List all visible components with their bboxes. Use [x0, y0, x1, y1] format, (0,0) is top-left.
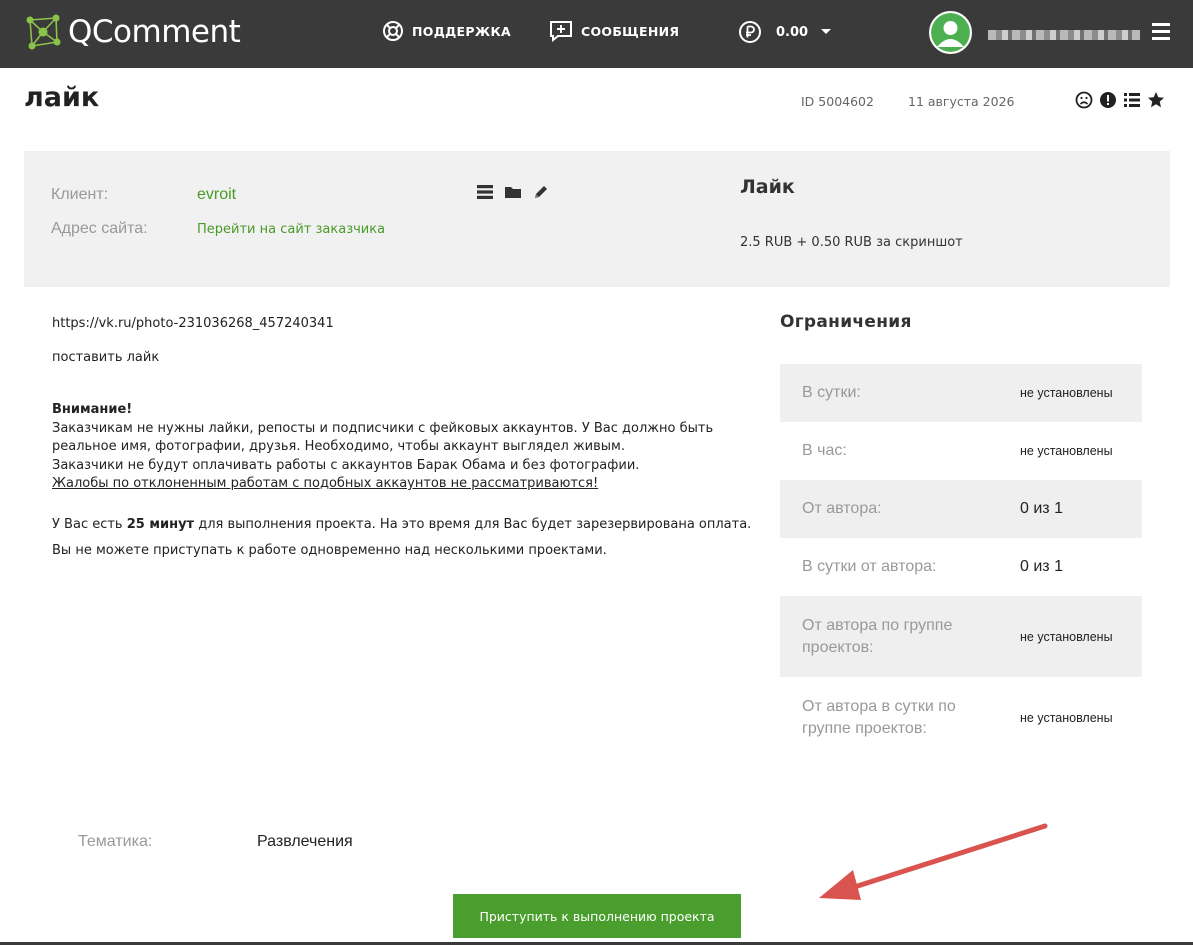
site-label: Адрес сайта:	[51, 220, 148, 237]
client-tools	[476, 183, 550, 201]
warning-line-2: Заказчики не будут оплачивать работы с а…	[52, 457, 640, 473]
theme-label: Тематика:	[78, 833, 153, 850]
lifebuoy-icon	[383, 21, 403, 41]
sad-face-icon[interactable]	[1075, 91, 1093, 109]
limit-row: От автора в сутки по группе проектов: не…	[802, 697, 1113, 737]
limit-row: В сутки от автора: 0 из 1	[802, 558, 1063, 575]
start-project-button[interactable]: Приступить к выполнению проекта	[453, 894, 741, 938]
nav-support[interactable]: ПОДДЕРЖКА	[382, 20, 511, 42]
warning-complaints-link[interactable]: Жалобы по отклоненным работам с подобных…	[52, 476, 598, 491]
folder-icon[interactable]	[504, 183, 522, 201]
list-icon[interactable]	[1123, 91, 1141, 109]
nav-messages[interactable]: СООБЩЕНИЯ	[549, 20, 679, 42]
limit-row: В час: не установлены	[802, 442, 1113, 459]
task-id-value: 5004602	[818, 94, 874, 109]
theme-value: Развлечения	[257, 833, 353, 850]
alert-icon[interactable]	[1099, 91, 1117, 109]
pencil-icon[interactable]	[532, 183, 550, 201]
menu-list-icon[interactable]	[476, 183, 494, 201]
page-title: лайк	[24, 82, 100, 113]
warning-title: Внимание!	[52, 402, 133, 417]
task-type-title: Лайк	[740, 176, 795, 198]
avatar[interactable]	[929, 11, 972, 54]
annotation-arrow-icon	[819, 823, 1048, 900]
limit-row: От автора: 0 из 1	[780, 480, 1142, 538]
limits-title: Ограничения	[780, 312, 912, 332]
logo-text: QComment	[68, 14, 241, 50]
task-url: https://vk.ru/photo-231036268_457240341	[52, 316, 334, 331]
task-actions	[1075, 91, 1165, 109]
task-date: 11 августа 2026	[908, 94, 1015, 109]
multi-project-note: Вы не можете приступать к работе одновре…	[52, 543, 607, 558]
limit-row: От автора по группе проектов: не установ…	[780, 596, 1142, 677]
balance-dropdown[interactable]: 0.00	[738, 20, 832, 44]
balance-value: 0.00	[776, 24, 809, 40]
client-label: Клиент:	[51, 186, 109, 203]
warning-block: Внимание! Заказчикам не нужны лайки, реп…	[52, 401, 772, 494]
nav-messages-label: СООБЩЕНИЯ	[581, 23, 680, 39]
limit-row: В сутки: не установлены	[780, 364, 1142, 422]
logo[interactable]: QComment	[24, 12, 241, 52]
client-site-link[interactable]: Перейти на сайт заказчика	[197, 222, 385, 237]
message-plus-icon	[550, 21, 572, 42]
limits-table: В сутки: не установлены В час: не устано…	[780, 364, 1142, 758]
hamburger-menu-icon[interactable]	[1152, 23, 1170, 44]
ruble-icon	[739, 21, 761, 43]
star-icon[interactable]	[1147, 91, 1165, 109]
task-description: поставить лайк	[52, 350, 160, 365]
time-limit: 25 минут	[126, 517, 195, 532]
warning-line-1: Заказчикам не нужны лайки, репосты и под…	[52, 420, 714, 455]
task-price: 2.5 RUB + 0.50 RUB за скриншот	[740, 235, 963, 250]
username-blurred[interactable]	[988, 30, 1140, 40]
time-note: У Вас есть 25 минут для выполнения проек…	[52, 517, 752, 532]
client-panel: Клиент: evroit Адрес сайта: Перейти на с…	[24, 151, 1170, 287]
user-avatar-icon	[931, 13, 970, 52]
nav-support-label: ПОДДЕРЖКА	[412, 23, 511, 39]
task-id: ID 5004602	[801, 94, 874, 109]
network-logo-icon	[26, 14, 61, 50]
top-navbar: QComment ПОДДЕРЖКА СООБЩЕНИЯ 0.00	[0, 0, 1193, 68]
chevron-down-icon	[821, 29, 832, 34]
client-name-link[interactable]: evroit	[197, 186, 236, 204]
